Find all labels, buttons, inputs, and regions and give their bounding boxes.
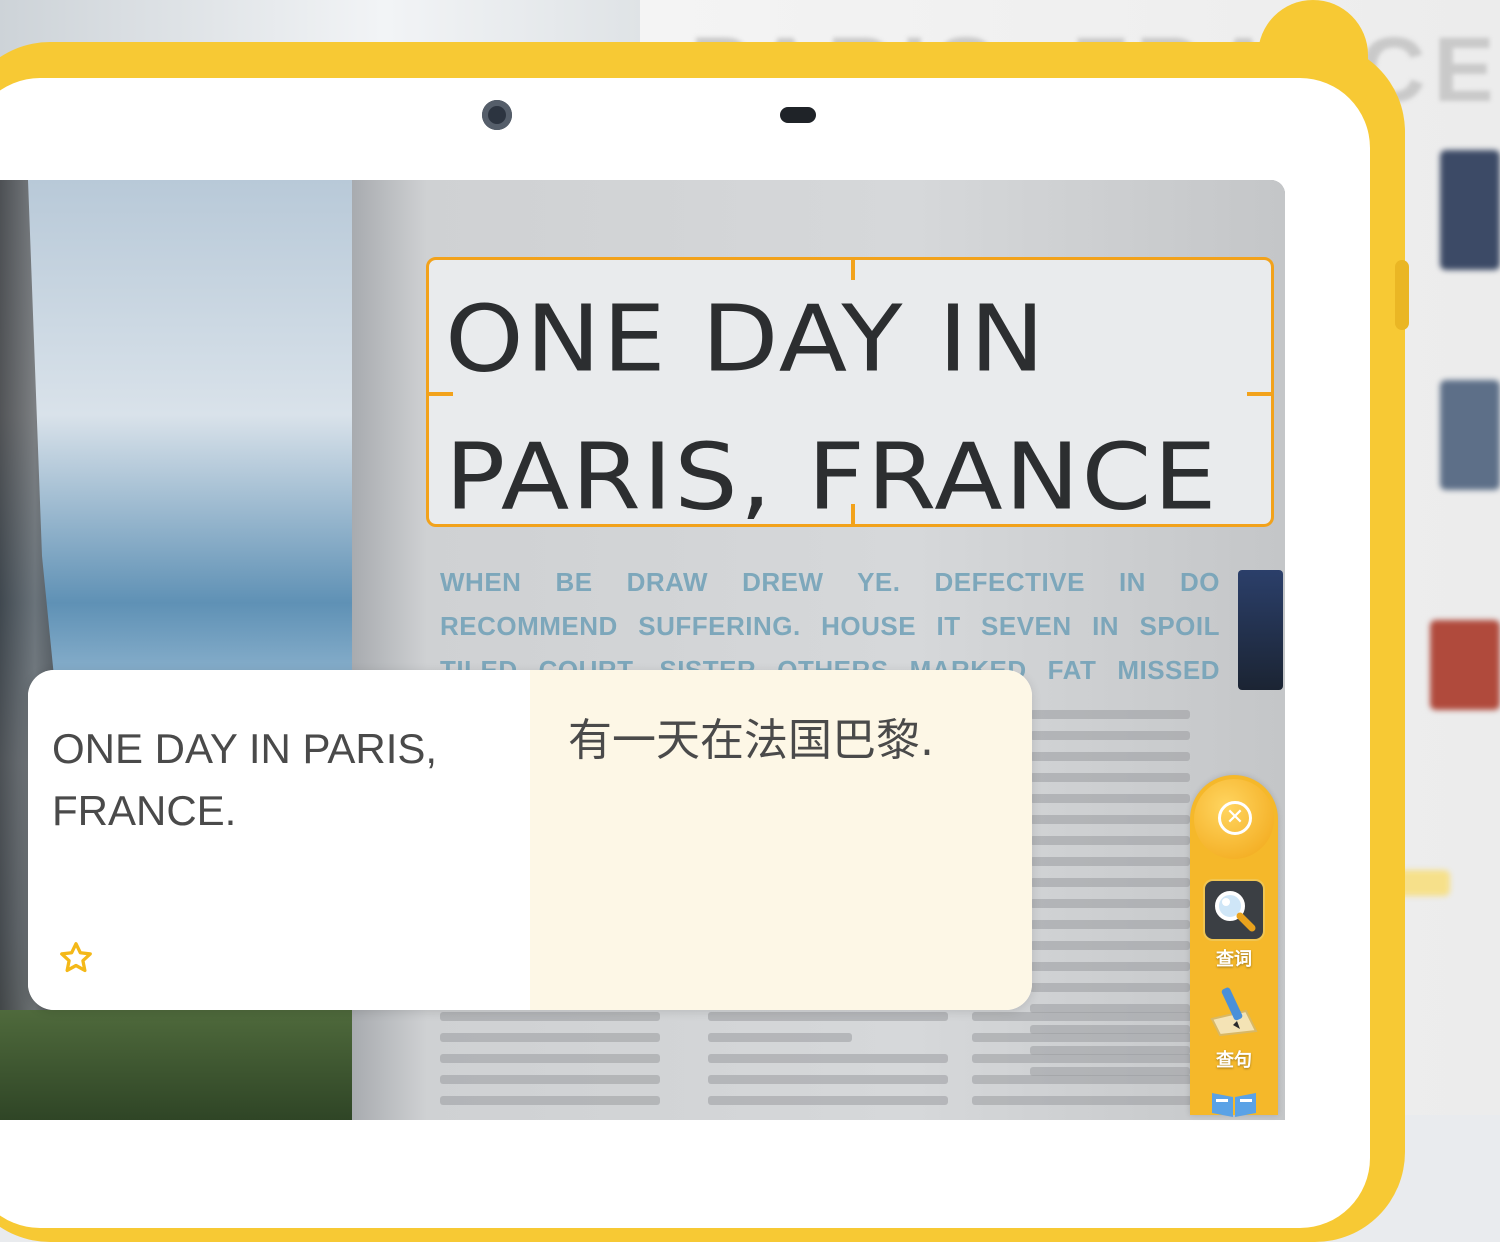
translation-text: 有一天在法国巴黎. [568,715,934,766]
feed-column-text [972,1012,1192,1117]
background-image-block [1440,380,1500,490]
feed-body-line: RECOMMEND SUFFERING. HOUSE IT SEVEN IN S… [440,611,1220,641]
source-text: ONE DAY IN PARIS, FRANCE. [52,725,438,834]
frame-tick-bottom [851,504,855,524]
feed-trees [0,1010,352,1120]
source-panel: ONE DAY IN PARIS, FRANCE. [28,670,530,1010]
lookup-sentence-button[interactable]: 查句 [1200,985,1268,1072]
lookup-sentence-label: 查句 [1216,1050,1252,1071]
feed-column-text [440,1012,660,1117]
frame-tick-right [1247,392,1271,396]
lookup-word-label: 查词 [1216,949,1252,970]
book-button[interactable] [1200,1087,1268,1122]
frame-tick-top [851,260,855,280]
speaker-grille [780,107,816,123]
scan-captured-text: ONE DAY IN PARIS, FRANCE [445,270,1219,546]
front-camera [482,100,512,130]
translation-card: ONE DAY IN PARIS, FRANCE. 有一天在法国巴黎. [28,670,1032,1010]
scan-line-2: PARIS, FRANCE [445,422,1219,531]
feed-page-thumbnail [1238,570,1283,690]
background-image-block [1430,620,1500,710]
side-toolbar: ✕ 查词 查句 [1190,775,1278,1117]
magnifier-icon [1215,891,1256,932]
magnifier-icon-box [1203,879,1265,941]
open-book-icon [1212,1093,1256,1117]
frame-tick-left [429,392,453,396]
star-outline-icon[interactable] [58,940,94,976]
scan-line-1: ONE DAY IN [445,284,1047,393]
feed-body-line: WHEN BE DRAW DREW YE. DEFECTIVE IN DO [440,567,1220,597]
translation-panel: 有一天在法国巴黎. [530,670,1032,1010]
bumper-side-button [1395,260,1409,330]
lookup-word-button[interactable]: 查词 [1200,879,1268,971]
scan-frame[interactable]: ONE DAY IN PARIS, FRANCE [426,257,1274,530]
background-image-block [1440,150,1500,270]
close-button[interactable]: ✕ [1194,779,1274,859]
feed-column-text [708,1012,948,1117]
pen-paper-icon [1210,987,1258,1037]
close-circle-icon: ✕ [1218,801,1252,835]
